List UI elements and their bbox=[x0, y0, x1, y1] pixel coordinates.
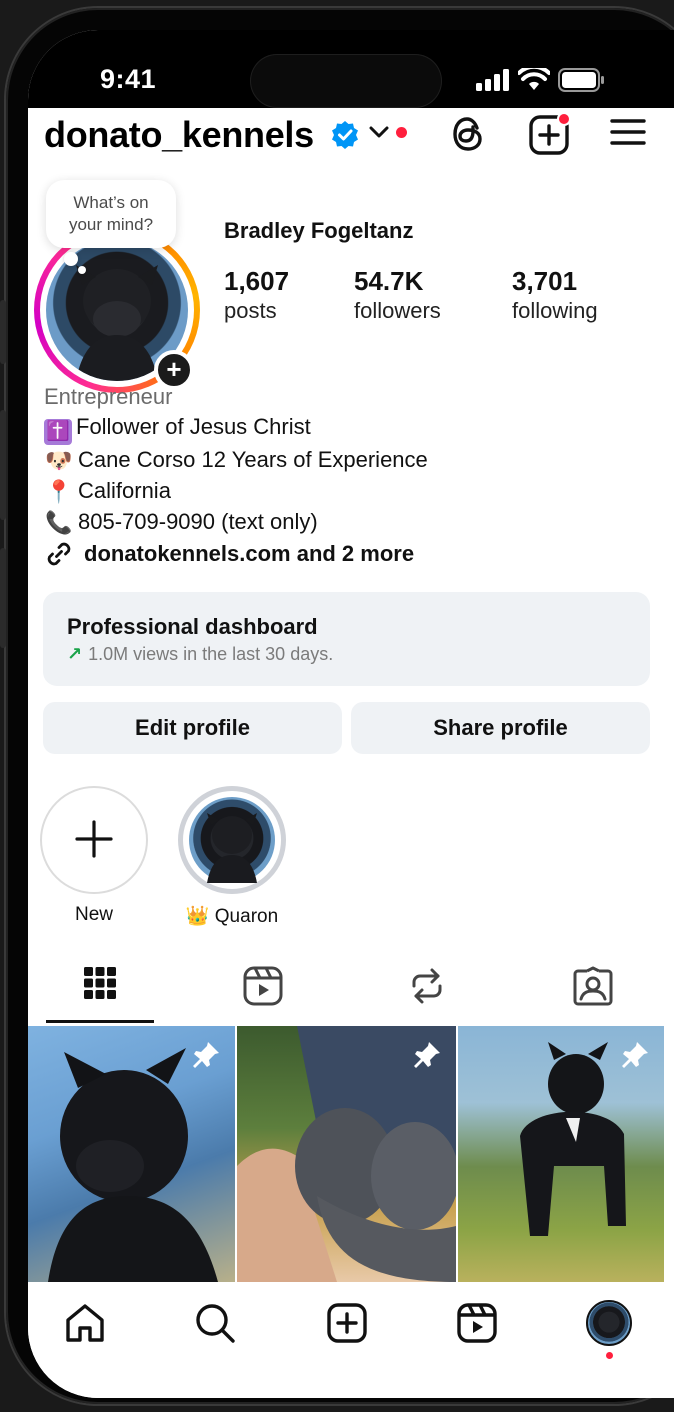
username[interactable]: donato_kennels bbox=[44, 114, 314, 156]
side-button bbox=[0, 300, 6, 364]
pin-icon bbox=[414, 1042, 440, 1068]
dashboard-views: 1.0M views in the last 30 days. bbox=[88, 644, 334, 664]
dynamic-island bbox=[250, 54, 442, 108]
account-notification-dot bbox=[396, 127, 407, 138]
bio-line: 📞 805-709-9090 (text only) bbox=[44, 507, 654, 538]
status-icons bbox=[476, 68, 604, 92]
phone-emoji: 📞 bbox=[45, 510, 73, 535]
chevron-down-icon[interactable] bbox=[368, 124, 390, 140]
profile-avatar-nav[interactable] bbox=[586, 1300, 632, 1346]
note-text-line2: your mind? bbox=[68, 215, 154, 234]
note-text-line1: What’s on bbox=[73, 193, 149, 212]
dog-emoji: 🐶 bbox=[45, 448, 73, 473]
cross-emoji: ✝️ bbox=[44, 419, 72, 445]
dashboard-title: Professional dashboard bbox=[67, 614, 318, 639]
note-bubble[interactable]: What’s on your mind? bbox=[46, 180, 176, 248]
pin-icon bbox=[622, 1042, 648, 1068]
stat-label: following bbox=[512, 298, 598, 323]
posts-grid bbox=[28, 1026, 674, 1282]
bottom-navigation bbox=[28, 1282, 674, 1398]
link-icon bbox=[47, 542, 71, 566]
pin-icon bbox=[193, 1042, 219, 1068]
stat-value: 54.7K bbox=[354, 266, 424, 296]
bio-line: 🐶 Cane Corso 12 Years of Experience bbox=[44, 445, 654, 476]
profile-link[interactable]: donatokennels.com and 2 more bbox=[44, 539, 414, 569]
trend-arrow-icon: ↗ bbox=[67, 644, 83, 664]
highlight-circle bbox=[178, 786, 286, 894]
stat-value: 3,701 bbox=[512, 266, 578, 296]
tab-reposts[interactable] bbox=[347, 966, 507, 1026]
stat-posts[interactable]: 1,607 posts bbox=[224, 266, 289, 326]
highlight-cover bbox=[189, 797, 275, 883]
stat-followers[interactable]: 54.7K followers bbox=[354, 266, 441, 326]
share-profile-button[interactable]: Share profile bbox=[351, 702, 650, 754]
new-highlight-circle bbox=[40, 786, 148, 894]
bio-text: Cane Corso 12 Years of Experience bbox=[78, 447, 428, 472]
home-icon[interactable] bbox=[64, 1302, 106, 1344]
bio-text: Follower of Jesus Christ bbox=[76, 414, 311, 439]
reels-icon[interactable] bbox=[456, 1302, 498, 1344]
battery-icon bbox=[558, 68, 604, 92]
dog-photo-icon bbox=[207, 813, 257, 883]
signal-icon bbox=[476, 69, 509, 91]
highlight-quaron[interactable]: 👑 Quaron bbox=[178, 786, 286, 928]
highlight-name: Quaron bbox=[214, 906, 279, 927]
highlight-label: New bbox=[74, 904, 113, 925]
stat-label: followers bbox=[354, 298, 441, 323]
tab-reels[interactable] bbox=[183, 966, 343, 1026]
tagged-icon bbox=[573, 966, 613, 1006]
verified-icon bbox=[332, 121, 358, 149]
active-tab-indicator bbox=[46, 1020, 154, 1023]
threads-icon[interactable] bbox=[450, 114, 486, 154]
side-button bbox=[0, 410, 6, 520]
side-button bbox=[0, 548, 6, 648]
plus-icon bbox=[75, 820, 113, 858]
bio-line: ✝️ Follower of Jesus Christ bbox=[44, 412, 654, 445]
dashboard-subtitle: ↗ 1.0M views in the last 30 days. bbox=[67, 642, 626, 666]
bio-line: 📍 California bbox=[44, 476, 654, 507]
grid-post[interactable] bbox=[237, 1026, 456, 1282]
profile-avatar-ring[interactable]: + bbox=[34, 227, 200, 393]
screen: 9:41 donato_kennels + What’s on your min… bbox=[28, 30, 674, 1398]
new-post-icon[interactable] bbox=[528, 110, 574, 156]
stat-label: posts bbox=[224, 298, 277, 323]
full-name: Bradley Fogeltanz bbox=[224, 218, 414, 243]
bio-text: 805-709-9090 (text only) bbox=[78, 509, 318, 534]
crown-emoji: 👑 bbox=[185, 906, 210, 927]
reposts-icon bbox=[412, 968, 442, 1004]
pin-emoji: 📍 bbox=[45, 479, 73, 504]
grid-post[interactable] bbox=[458, 1026, 664, 1282]
note-bubble-tail bbox=[64, 252, 78, 266]
bio: Entrepreneur ✝️ Follower of Jesus Christ … bbox=[44, 382, 654, 538]
highlight-label: 👑 Quaron bbox=[178, 904, 286, 928]
professional-dashboard[interactable]: Professional dashboard ↗ 1.0M views in th… bbox=[43, 592, 650, 686]
stat-following[interactable]: 3,701 following bbox=[512, 266, 598, 326]
note-bubble-tail bbox=[78, 266, 86, 274]
tab-posts-grid[interactable] bbox=[28, 966, 180, 1026]
stat-value: 1,607 bbox=[224, 266, 290, 296]
link-text: donatokennels.com and 2 more bbox=[84, 541, 415, 566]
bio-text: California bbox=[78, 478, 171, 503]
grid-icon bbox=[84, 967, 116, 999]
menu-icon[interactable] bbox=[610, 114, 646, 150]
status-bar: 9:41 bbox=[28, 30, 674, 108]
profile-header: donato_kennels bbox=[28, 108, 674, 164]
search-icon[interactable] bbox=[194, 1302, 236, 1344]
wifi-icon bbox=[518, 68, 550, 90]
grid-post[interactable] bbox=[28, 1026, 235, 1282]
tab-tagged[interactable] bbox=[513, 966, 673, 1026]
create-icon[interactable] bbox=[326, 1302, 368, 1344]
profile-notification-dot bbox=[606, 1352, 613, 1359]
edit-profile-button[interactable]: Edit profile bbox=[43, 702, 342, 754]
reels-icon bbox=[243, 966, 283, 1006]
highlight-new[interactable]: New bbox=[40, 786, 148, 926]
profile-category: Entrepreneur bbox=[44, 384, 173, 409]
profile-tabs bbox=[28, 958, 674, 1026]
status-time: 9:41 bbox=[100, 64, 157, 94]
